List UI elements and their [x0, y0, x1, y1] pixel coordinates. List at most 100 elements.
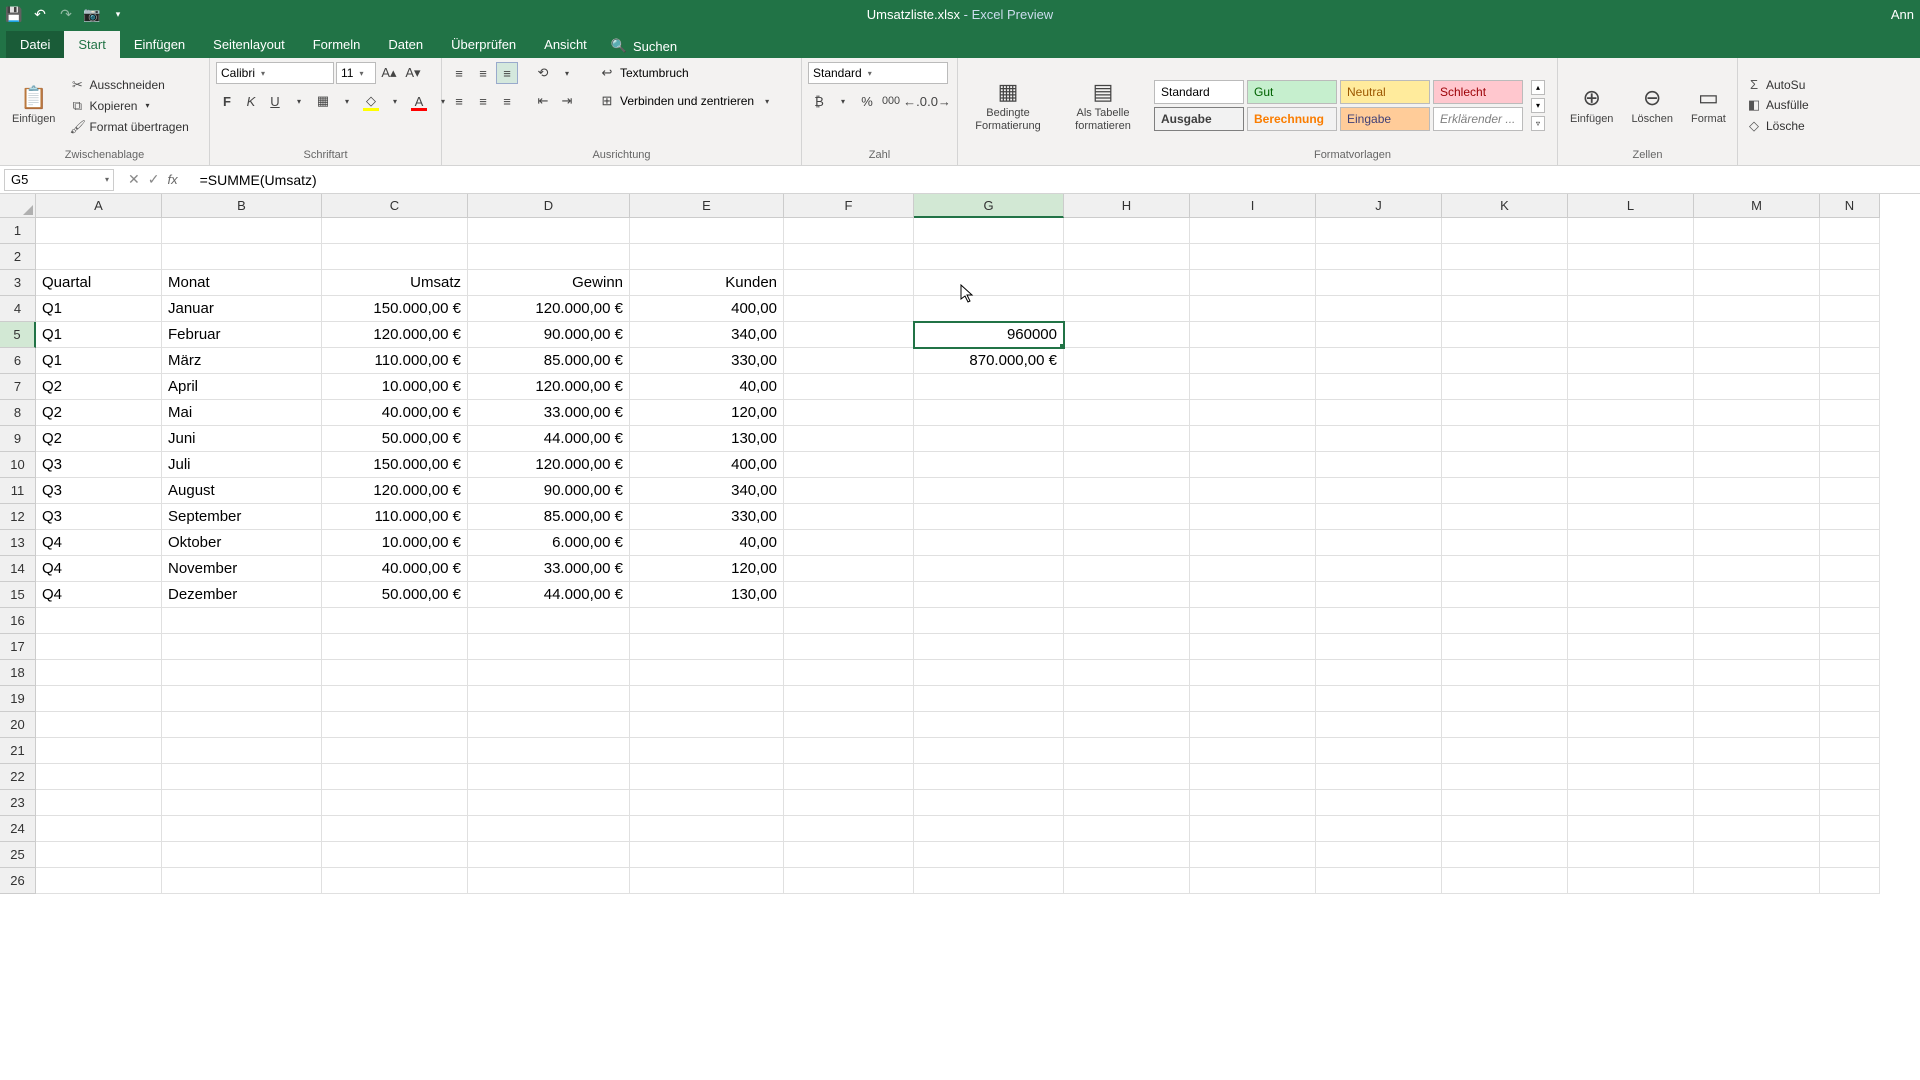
cell-I9[interactable]: [1190, 426, 1316, 452]
row-header-23[interactable]: 23: [0, 790, 36, 816]
cell-M23[interactable]: [1694, 790, 1820, 816]
cell-A2[interactable]: [36, 244, 162, 270]
cell-M16[interactable]: [1694, 608, 1820, 634]
cell-B19[interactable]: [162, 686, 322, 712]
select-all-corner[interactable]: [0, 194, 36, 218]
cell-E8[interactable]: 120,00: [630, 400, 784, 426]
cell-I21[interactable]: [1190, 738, 1316, 764]
cell-K11[interactable]: [1442, 478, 1568, 504]
row-header-2[interactable]: 2: [0, 244, 36, 270]
cell-G5[interactable]: 960000: [914, 322, 1064, 348]
cell-N15[interactable]: [1820, 582, 1880, 608]
col-header-L[interactable]: L: [1568, 194, 1694, 218]
cell-G19[interactable]: [914, 686, 1064, 712]
cell-J4[interactable]: [1316, 296, 1442, 322]
row-header-11[interactable]: 11: [0, 478, 36, 504]
scroll-up-icon[interactable]: ▴: [1531, 80, 1545, 95]
cell-G3[interactable]: [914, 270, 1064, 296]
cell-H13[interactable]: [1064, 530, 1190, 556]
cell-B5[interactable]: Februar: [162, 322, 322, 348]
cell-J20[interactable]: [1316, 712, 1442, 738]
cell-A17[interactable]: [36, 634, 162, 660]
cell-L22[interactable]: [1568, 764, 1694, 790]
cell-D8[interactable]: 33.000,00 €: [468, 400, 630, 426]
cell-G14[interactable]: [914, 556, 1064, 582]
cell-L14[interactable]: [1568, 556, 1694, 582]
insert-cells-button[interactable]: ⊕Einfügen: [1564, 83, 1619, 127]
paste-button[interactable]: 📋 Einfügen: [6, 83, 61, 127]
fill-button[interactable]: ◧Ausfülle: [1744, 96, 1811, 114]
tab-home[interactable]: Start: [64, 31, 119, 58]
cell-E15[interactable]: 130,00: [630, 582, 784, 608]
cell-J21[interactable]: [1316, 738, 1442, 764]
cell-I22[interactable]: [1190, 764, 1316, 790]
cell-H20[interactable]: [1064, 712, 1190, 738]
cell-N20[interactable]: [1820, 712, 1880, 738]
cell-L8[interactable]: [1568, 400, 1694, 426]
formula-input[interactable]: =SUMME(Umsatz): [196, 170, 1920, 190]
cell-B20[interactable]: [162, 712, 322, 738]
cell-L3[interactable]: [1568, 270, 1694, 296]
cell-N23[interactable]: [1820, 790, 1880, 816]
cell-J7[interactable]: [1316, 374, 1442, 400]
cell-E10[interactable]: 400,00: [630, 452, 784, 478]
cell-B21[interactable]: [162, 738, 322, 764]
format-painter-button[interactable]: 🖌Format übertragen: [67, 118, 190, 136]
cell-G2[interactable]: [914, 244, 1064, 270]
cell-M25[interactable]: [1694, 842, 1820, 868]
cell-E13[interactable]: 40,00: [630, 530, 784, 556]
style-gut[interactable]: Gut: [1247, 80, 1337, 104]
cell-G12[interactable]: [914, 504, 1064, 530]
cell-A7[interactable]: Q2: [36, 374, 162, 400]
cell-I1[interactable]: [1190, 218, 1316, 244]
cell-A16[interactable]: [36, 608, 162, 634]
cell-E11[interactable]: 340,00: [630, 478, 784, 504]
cell-E4[interactable]: 400,00: [630, 296, 784, 322]
cell-B17[interactable]: [162, 634, 322, 660]
underline-button[interactable]: U: [264, 90, 286, 112]
cell-H4[interactable]: [1064, 296, 1190, 322]
cell-N17[interactable]: [1820, 634, 1880, 660]
cell-A3[interactable]: Quartal: [36, 270, 162, 296]
cell-F15[interactable]: [784, 582, 914, 608]
fill-dropdown-icon[interactable]: ▾: [384, 90, 406, 112]
cell-M18[interactable]: [1694, 660, 1820, 686]
cell-G7[interactable]: [914, 374, 1064, 400]
cell-N9[interactable]: [1820, 426, 1880, 452]
cell-N24[interactable]: [1820, 816, 1880, 842]
cell-B7[interactable]: April: [162, 374, 322, 400]
cell-K26[interactable]: [1442, 868, 1568, 894]
cell-G1[interactable]: [914, 218, 1064, 244]
col-header-F[interactable]: F: [784, 194, 914, 218]
cell-H12[interactable]: [1064, 504, 1190, 530]
copy-button[interactable]: ⧉Kopieren▾: [67, 97, 190, 115]
cell-G18[interactable]: [914, 660, 1064, 686]
cell-C19[interactable]: [322, 686, 468, 712]
cell-E5[interactable]: 340,00: [630, 322, 784, 348]
autosum-button[interactable]: ΣAutoSu: [1744, 76, 1811, 93]
cell-M17[interactable]: [1694, 634, 1820, 660]
align-center-button[interactable]: ≡: [472, 90, 494, 112]
cell-N25[interactable]: [1820, 842, 1880, 868]
row-header-22[interactable]: 22: [0, 764, 36, 790]
accounting-dropdown-icon[interactable]: ▾: [832, 90, 854, 112]
cell-F18[interactable]: [784, 660, 914, 686]
cell-H14[interactable]: [1064, 556, 1190, 582]
cell-A21[interactable]: [36, 738, 162, 764]
account-name[interactable]: Ann: [1891, 7, 1914, 22]
cell-C17[interactable]: [322, 634, 468, 660]
cell-styles-gallery[interactable]: Standard Gut Neutral Schlecht Ausgabe Be…: [1154, 80, 1523, 131]
cell-N21[interactable]: [1820, 738, 1880, 764]
col-header-G[interactable]: G: [914, 194, 1064, 218]
col-header-J[interactable]: J: [1316, 194, 1442, 218]
cell-N5[interactable]: [1820, 322, 1880, 348]
cell-E7[interactable]: 40,00: [630, 374, 784, 400]
cell-F7[interactable]: [784, 374, 914, 400]
cell-C3[interactable]: Umsatz: [322, 270, 468, 296]
cell-K20[interactable]: [1442, 712, 1568, 738]
tab-file[interactable]: Datei: [6, 31, 64, 58]
cell-D1[interactable]: [468, 218, 630, 244]
col-header-B[interactable]: B: [162, 194, 322, 218]
name-box[interactable]: G5 ▾: [4, 169, 114, 191]
cell-D24[interactable]: [468, 816, 630, 842]
